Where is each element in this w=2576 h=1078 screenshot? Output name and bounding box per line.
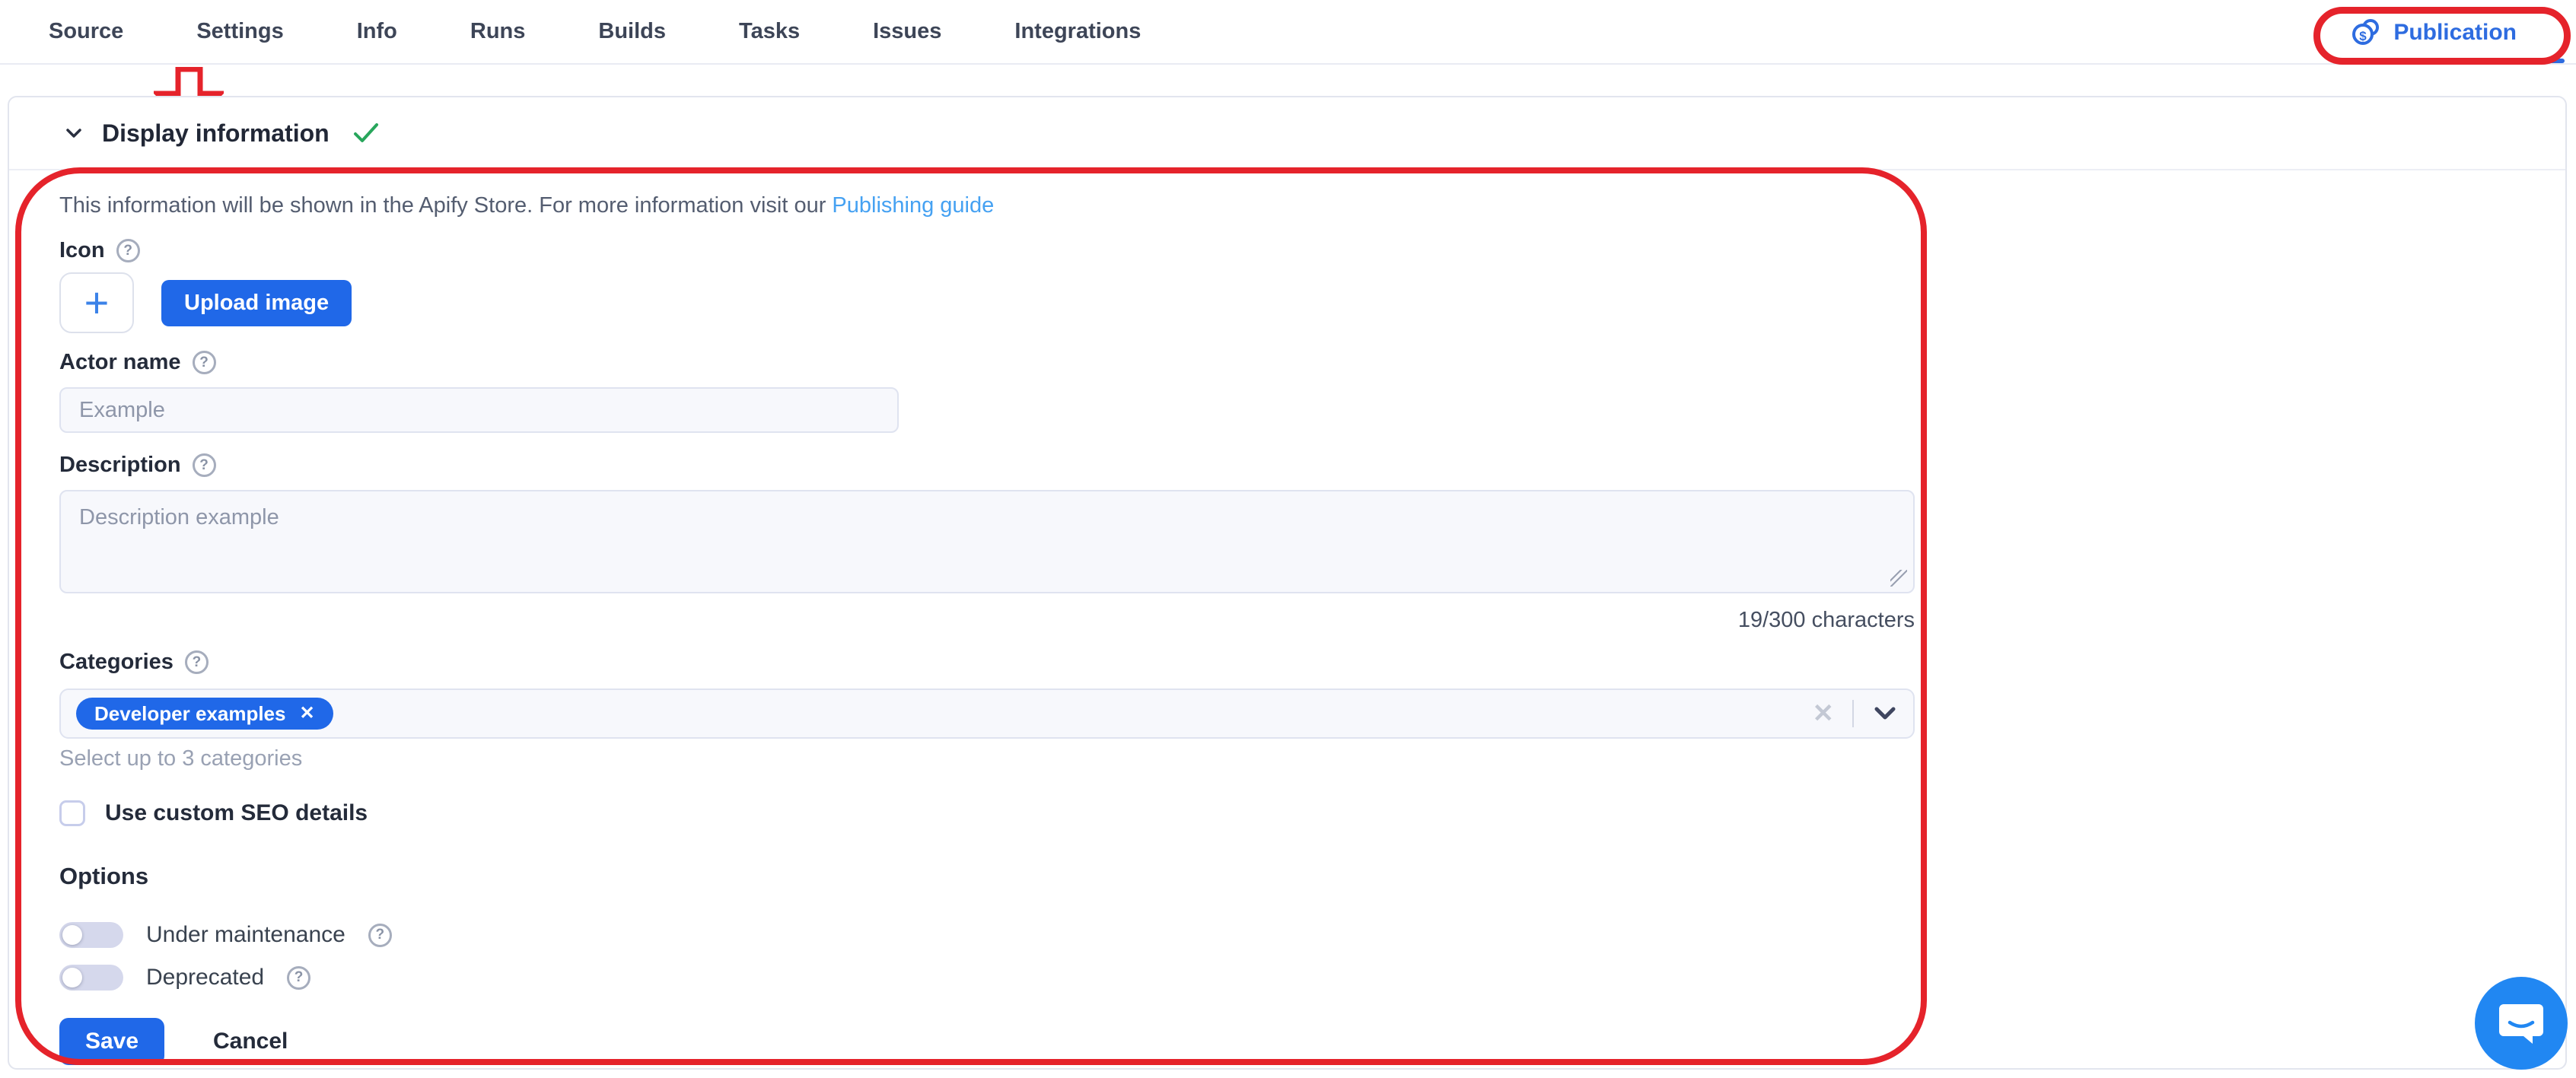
deprecated-toggle[interactable] bbox=[59, 965, 123, 991]
toggle-knob bbox=[62, 925, 82, 945]
under-maintenance-help-icon[interactable]: ? bbox=[368, 924, 392, 947]
tab-info[interactable]: Info bbox=[357, 19, 397, 44]
seo-checkbox-label: Use custom SEO details bbox=[105, 800, 368, 826]
under-maintenance-row: Under maintenance ? bbox=[59, 922, 2515, 948]
under-maintenance-label: Under maintenance bbox=[146, 922, 345, 948]
categories-helper-text: Select up to 3 categories bbox=[59, 746, 2515, 771]
save-button[interactable]: Save bbox=[59, 1018, 164, 1065]
plus-icon: + bbox=[84, 281, 110, 324]
tab-integrations[interactable]: Integrations bbox=[1014, 19, 1141, 44]
active-tab-indicator bbox=[2344, 59, 2565, 63]
actor-name-label: Actor name bbox=[59, 350, 181, 375]
category-tag: Developer examples ✕ bbox=[76, 698, 333, 730]
section-header-display-information[interactable]: Display information bbox=[9, 97, 2565, 170]
section-title: Display information bbox=[102, 119, 330, 148]
deprecated-row: Deprecated ? bbox=[59, 965, 2515, 991]
under-maintenance-toggle[interactable] bbox=[59, 922, 123, 948]
chevron-down-icon[interactable] bbox=[62, 122, 85, 145]
category-tag-remove-icon[interactable]: ✕ bbox=[299, 704, 314, 723]
publication-coin-icon: $ bbox=[2351, 17, 2381, 48]
categories-label-row: Categories ? bbox=[59, 650, 2515, 675]
chat-launcher-button[interactable] bbox=[2475, 977, 2568, 1070]
description-label: Description bbox=[59, 453, 181, 478]
intro-text: This information will be shown in the Ap… bbox=[59, 193, 2515, 218]
cancel-button[interactable]: Cancel bbox=[213, 1029, 288, 1054]
actor-name-input[interactable] bbox=[59, 387, 899, 433]
categories-label: Categories bbox=[59, 650, 174, 675]
publishing-guide-link[interactable]: Publishing guide bbox=[832, 193, 994, 218]
categories-help-icon[interactable]: ? bbox=[185, 650, 209, 674]
icon-field-label-row: Icon ? bbox=[59, 238, 2515, 263]
category-tag-label: Developer examples bbox=[94, 702, 285, 726]
chat-bubble-icon bbox=[2498, 1001, 2545, 1045]
actor-name-label-row: Actor name ? bbox=[59, 350, 2515, 375]
upload-image-button[interactable]: Upload image bbox=[161, 280, 352, 326]
character-counter: 19/300 characters bbox=[59, 608, 1915, 633]
control-divider bbox=[1852, 700, 1854, 727]
tab-issues[interactable]: Issues bbox=[873, 19, 941, 44]
tab-builds[interactable]: Builds bbox=[598, 19, 666, 44]
display-information-card: Display information This information wil… bbox=[8, 96, 2567, 1070]
page: Source Settings Info Runs Builds Tasks I… bbox=[0, 0, 2576, 1078]
multiselect-controls: ✕ bbox=[1813, 700, 1899, 727]
deprecated-help-icon[interactable]: ? bbox=[287, 966, 310, 990]
tab-settings[interactable]: Settings bbox=[196, 19, 283, 44]
description-help-icon[interactable]: ? bbox=[193, 453, 216, 477]
clear-all-icon[interactable]: ✕ bbox=[1813, 701, 1835, 727]
svg-text:$: $ bbox=[2360, 29, 2367, 43]
options-heading: Options bbox=[59, 863, 2515, 890]
display-information-form: This information will be shown in the Ap… bbox=[9, 170, 2565, 1065]
tab-publication-label: Publication bbox=[2393, 20, 2517, 46]
tab-bar: Source Settings Info Runs Builds Tasks I… bbox=[0, 0, 2576, 65]
seo-checkbox[interactable] bbox=[59, 800, 85, 826]
deprecated-label: Deprecated bbox=[146, 965, 264, 991]
icon-field-label: Icon bbox=[59, 238, 105, 263]
icon-help-icon[interactable]: ? bbox=[116, 239, 140, 262]
intro-text-static: This information will be shown in the Ap… bbox=[59, 193, 832, 218]
tab-runs[interactable]: Runs bbox=[470, 19, 526, 44]
actor-name-help-icon[interactable]: ? bbox=[193, 351, 216, 374]
form-actions: Save Cancel bbox=[59, 1018, 2515, 1065]
valid-check-icon bbox=[352, 121, 380, 145]
icon-upload-row: + Upload image bbox=[59, 272, 2515, 333]
tab-source[interactable]: Source bbox=[49, 19, 123, 44]
categories-multiselect[interactable]: Developer examples ✕ ✕ bbox=[59, 688, 1915, 739]
tab-tasks[interactable]: Tasks bbox=[739, 19, 800, 44]
description-textarea-wrap: Description example bbox=[59, 490, 1915, 597]
tab-list: Source Settings Info Runs Builds Tasks I… bbox=[49, 19, 1141, 44]
description-textarea[interactable]: Description example bbox=[59, 490, 1915, 593]
dropdown-chevron-icon[interactable] bbox=[1872, 704, 1898, 723]
tab-publication[interactable]: $ Publication bbox=[2331, 11, 2536, 55]
seo-checkbox-row[interactable]: Use custom SEO details bbox=[59, 800, 2515, 826]
toggle-knob bbox=[62, 968, 82, 987]
icon-placeholder-tile[interactable]: + bbox=[59, 272, 134, 333]
description-label-row: Description ? bbox=[59, 453, 2515, 478]
